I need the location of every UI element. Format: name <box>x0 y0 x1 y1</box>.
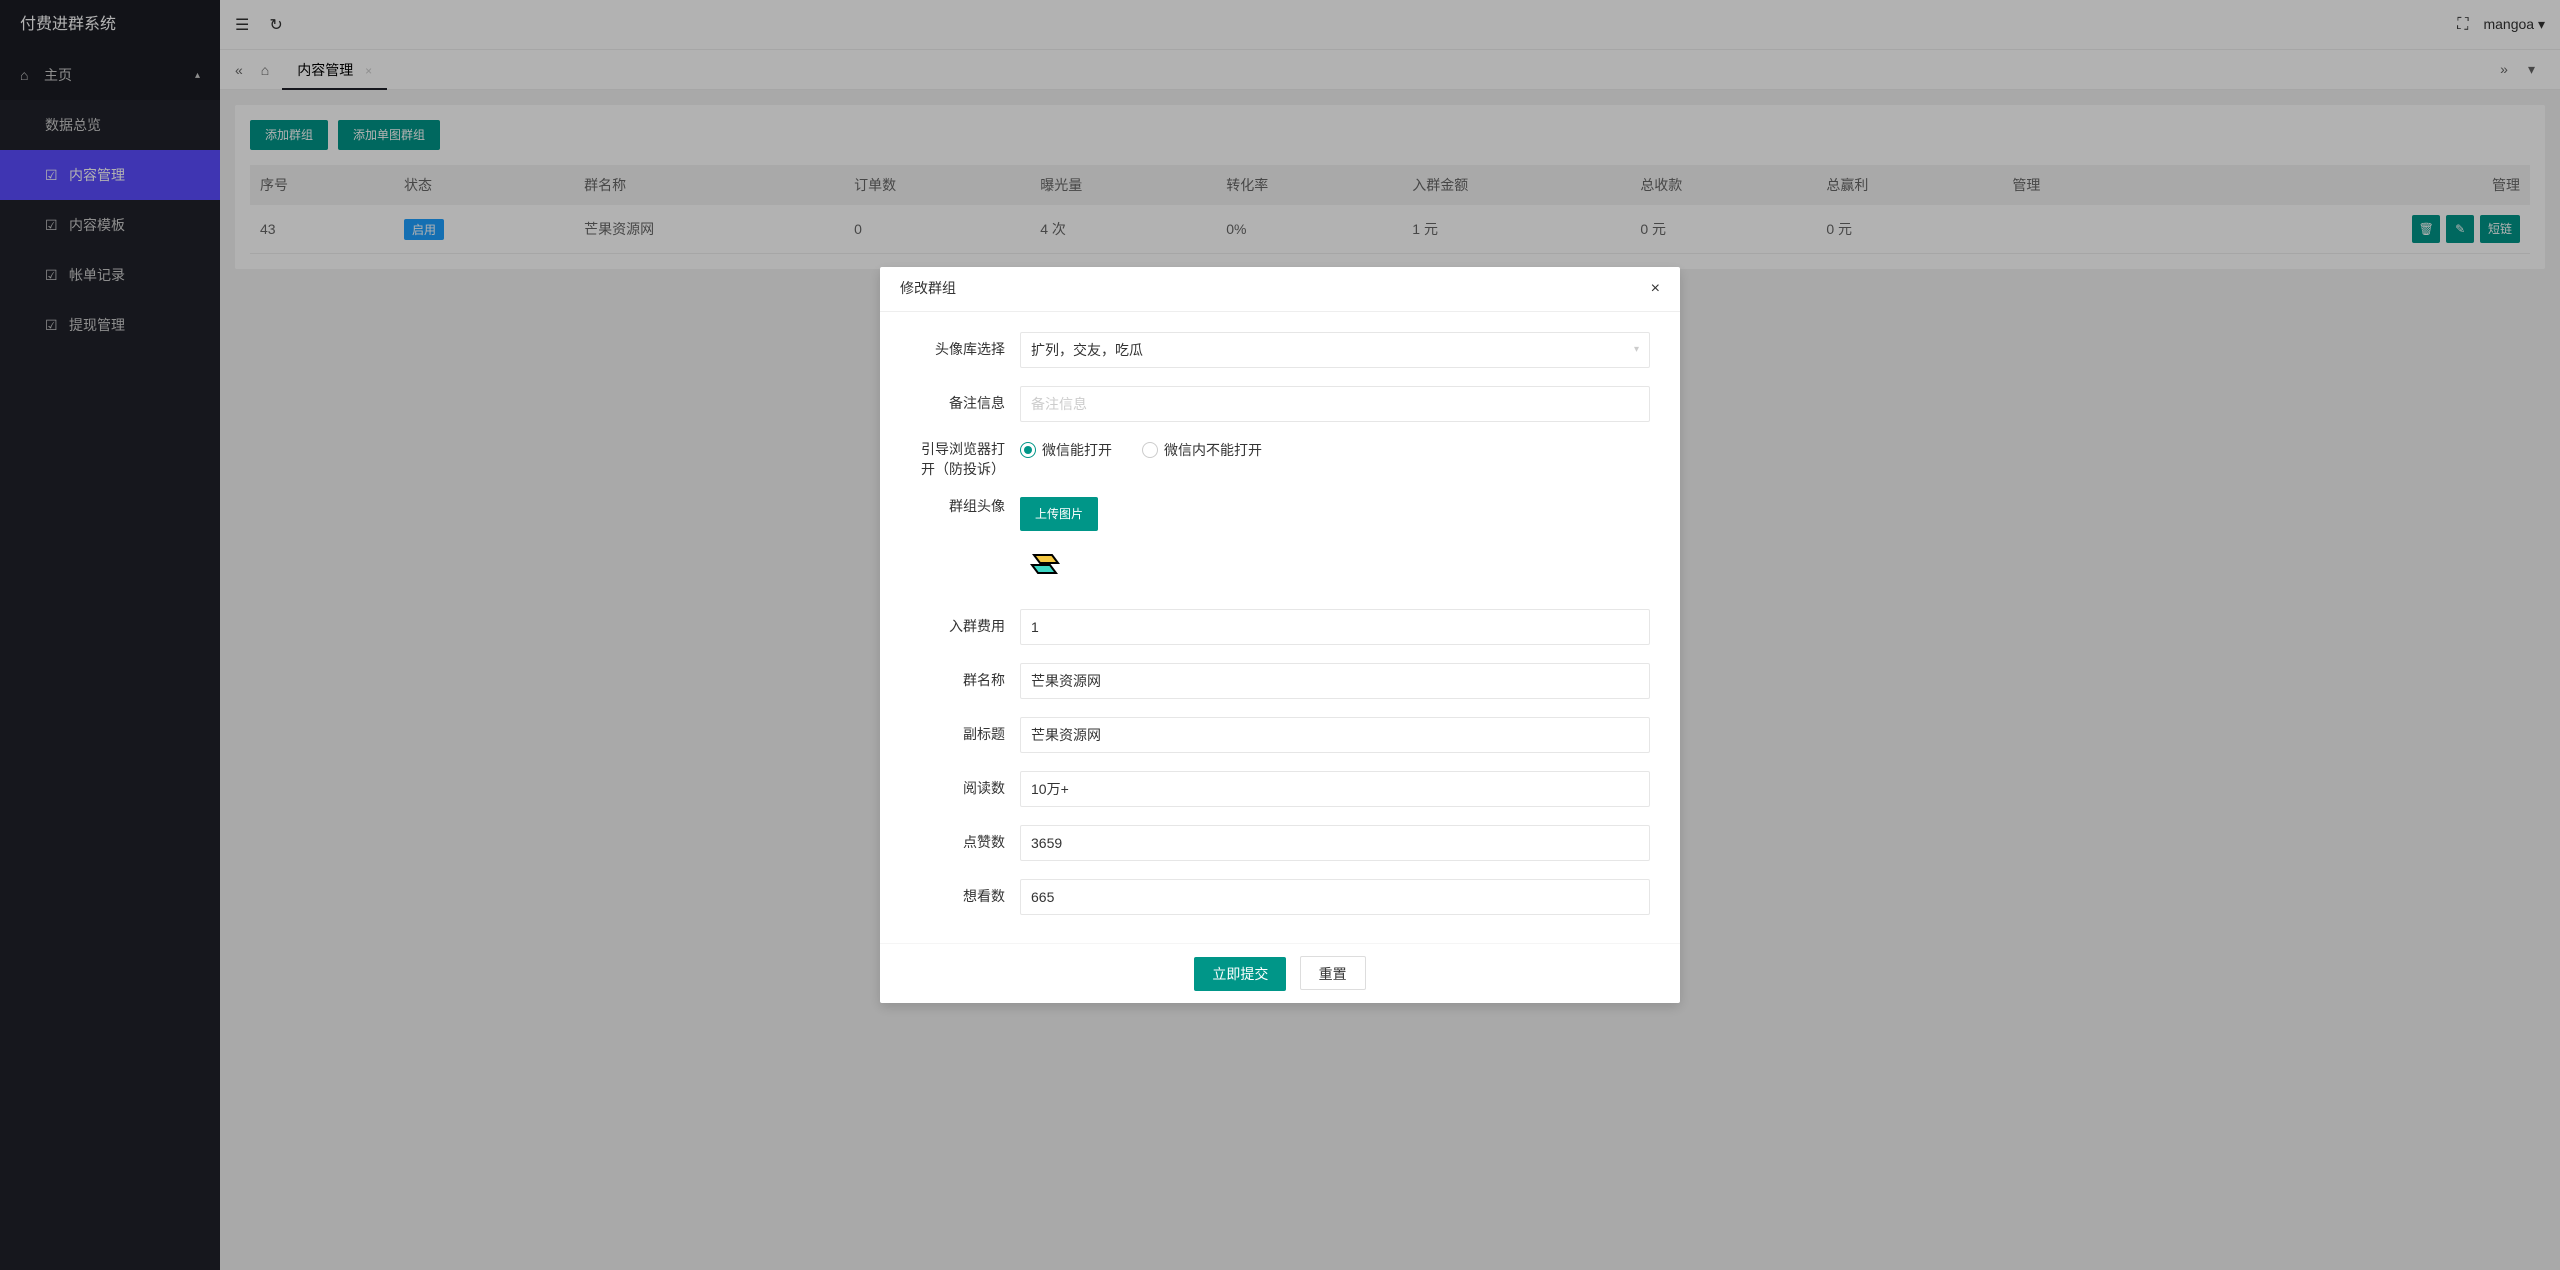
label-name: 群名称 <box>910 671 1020 691</box>
radio-wechat-open[interactable]: 微信能打开 <box>1020 440 1112 460</box>
subtitle-input[interactable] <box>1020 717 1650 753</box>
radio-label: 微信能打开 <box>1042 440 1112 460</box>
logo-icon <box>1020 541 1070 591</box>
radio-dot-icon <box>1020 442 1036 458</box>
avatar-lib-select[interactable]: 扩列，交友，吃瓜 ▾ <box>1020 332 1650 368</box>
avatar-preview <box>1020 541 1650 591</box>
upload-avatar-button[interactable]: 上传图片 <box>1020 497 1098 531</box>
label-remark: 备注信息 <box>910 394 1020 414</box>
radio-dot-icon <box>1142 442 1158 458</box>
remark-input[interactable] <box>1020 386 1650 422</box>
close-icon: × <box>1651 280 1660 297</box>
edit-group-modal: 修改群组 × 头像库选择 扩列，交友，吃瓜 ▾ 备注信息 <box>880 267 1680 1003</box>
submit-button[interactable]: 立即提交 <box>1194 957 1286 991</box>
label-wants: 想看数 <box>910 887 1020 907</box>
label-avatar-lib: 头像库选择 <box>910 340 1020 360</box>
radio-label: 微信内不能打开 <box>1164 440 1262 460</box>
radio-wechat-closed[interactable]: 微信内不能打开 <box>1142 440 1262 460</box>
chevron-down-icon: ▾ <box>1634 344 1639 355</box>
label-likes: 点赞数 <box>910 833 1020 853</box>
label-subtitle: 副标题 <box>910 725 1020 745</box>
select-value: 扩列，交友，吃瓜 <box>1031 340 1143 360</box>
label-group-avatar: 群组头像 <box>910 497 1020 517</box>
modal-overlay: 修改群组 × 头像库选择 扩列，交友，吃瓜 ▾ 备注信息 <box>0 0 2560 1270</box>
reset-button[interactable]: 重置 <box>1300 956 1366 990</box>
modal-title: 修改群组 <box>900 266 956 311</box>
modal-close-button[interactable]: × <box>1651 266 1660 311</box>
modal-body[interactable]: 头像库选择 扩列，交友，吃瓜 ▾ 备注信息 引导浏览器打开（防投诉） <box>880 312 1680 943</box>
reads-input[interactable] <box>1020 771 1650 807</box>
wants-input[interactable] <box>1020 879 1650 915</box>
fee-input[interactable] <box>1020 609 1650 645</box>
label-browser: 引导浏览器打开（防投诉） <box>910 440 1020 479</box>
name-input[interactable] <box>1020 663 1650 699</box>
label-fee: 入群费用 <box>910 617 1020 637</box>
likes-input[interactable] <box>1020 825 1650 861</box>
label-reads: 阅读数 <box>910 779 1020 799</box>
